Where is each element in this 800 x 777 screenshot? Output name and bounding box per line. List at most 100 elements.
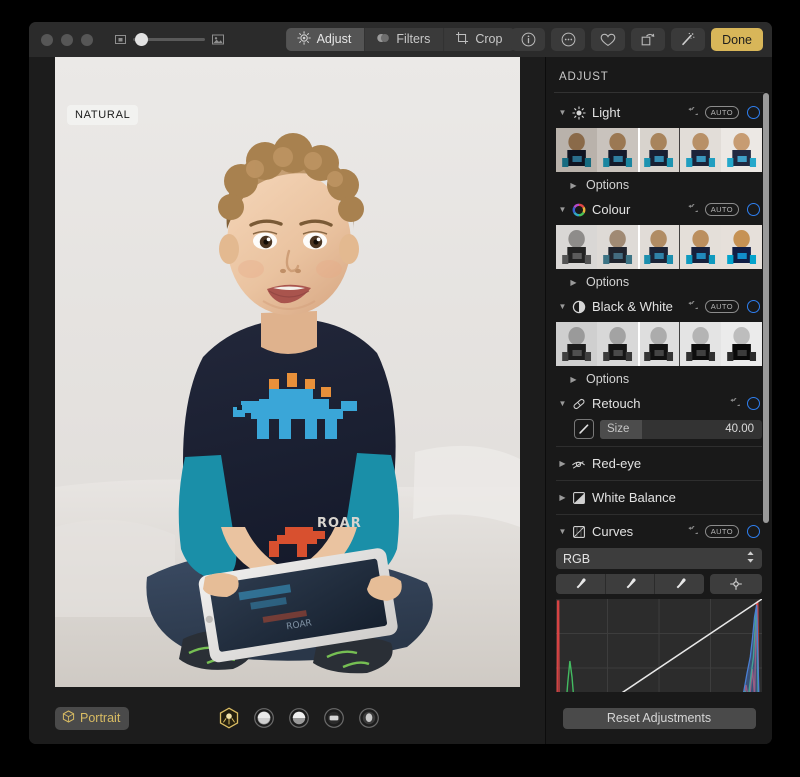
section-header-red-eye[interactable]: ▶ Red-eye <box>554 450 764 477</box>
done-button[interactable]: Done <box>711 28 763 51</box>
colour-strip-position-marker[interactable] <box>638 225 641 269</box>
bandage-icon <box>569 397 588 411</box>
panel-scrollbar[interactable] <box>763 93 769 523</box>
white-point-eyedropper-icon[interactable] <box>655 574 704 594</box>
photo-canvas[interactable]: ROAR ROAR <box>55 57 520 687</box>
colour-variation-5[interactable] <box>720 225 762 269</box>
bw-strip-position-marker[interactable] <box>638 322 641 366</box>
light-mode-natural[interactable] <box>217 706 241 730</box>
toggle-curves[interactable] <box>747 525 760 538</box>
rotate-icon[interactable] <box>631 28 666 51</box>
toggle-colour[interactable] <box>747 203 760 216</box>
section-header-black-and-white[interactable]: ▼ Black & White AUTO <box>554 293 764 320</box>
disclosure-triangle-right-icon[interactable]: ▶ <box>556 459 569 468</box>
bw-variation-5[interactable] <box>720 322 762 366</box>
zoom-button[interactable] <box>81 33 93 46</box>
section-header-white-balance[interactable]: ▶ White Balance <box>554 484 764 511</box>
disclosure-triangle-down-icon[interactable]: ▼ <box>556 108 569 117</box>
curves-histogram-graph[interactable] <box>556 599 762 692</box>
colour-variation-strip[interactable] <box>556 225 762 269</box>
light-variation-3[interactable] <box>638 128 680 172</box>
colour-variation-2[interactable] <box>597 225 639 269</box>
photo-pane: NATURAL ROAR ROAR Portrait <box>29 57 545 744</box>
sun-icon <box>569 105 588 120</box>
heart-icon[interactable] <box>591 28 626 51</box>
light-mode-studio[interactable] <box>252 706 276 730</box>
minimize-button[interactable] <box>61 33 73 46</box>
black-and-white-variation-strip[interactable] <box>556 322 762 366</box>
reset-icon-light[interactable] <box>686 106 698 119</box>
tab-adjust[interactable]: Adjust <box>285 28 366 51</box>
curves-channel-select[interactable]: RGB <box>556 548 762 569</box>
zoom-slider[interactable] <box>115 33 224 46</box>
target-crosshair-icon[interactable] <box>710 574 762 594</box>
bw-variation-3[interactable] <box>638 322 680 366</box>
auto-button-light[interactable]: AUTO <box>704 105 739 120</box>
light-options-row[interactable]: ▶ Options <box>554 174 764 196</box>
reset-icon-colour[interactable] <box>686 203 698 216</box>
bw-variation-4[interactable] <box>679 322 721 366</box>
bw-variation-2[interactable] <box>597 322 639 366</box>
auto-button-black-and-white[interactable]: AUTO <box>704 299 739 314</box>
brush-icon[interactable] <box>574 419 594 439</box>
reset-icon-black-and-white[interactable] <box>686 300 698 313</box>
contrast-circle-icon <box>569 300 588 314</box>
light-variation-strip[interactable] <box>556 128 762 172</box>
tab-filters[interactable]: Filters <box>365 28 445 51</box>
colour-variation-3[interactable] <box>638 225 680 269</box>
close-button[interactable] <box>41 33 53 46</box>
light-mode-stage[interactable] <box>322 706 346 730</box>
magic-wand-icon[interactable] <box>671 28 706 51</box>
toggle-black-and-white[interactable] <box>747 300 760 313</box>
bw-variation-1[interactable] <box>556 322 598 366</box>
light-variation-5[interactable] <box>720 128 762 172</box>
reset-icon-retouch[interactable] <box>728 397 740 410</box>
more-options-icon[interactable] <box>551 28 586 51</box>
crop-icon <box>455 31 469 48</box>
divider <box>556 446 762 447</box>
disclosure-triangle-down-icon[interactable]: ▼ <box>556 205 569 214</box>
zoom-slider-thumb[interactable] <box>135 33 148 46</box>
section-label-retouch: Retouch <box>592 396 641 411</box>
toggle-light[interactable] <box>747 106 760 119</box>
info-icon[interactable] <box>511 28 546 51</box>
disclosure-triangle-right-icon[interactable]: ▶ <box>567 278 580 287</box>
colour-variation-1[interactable] <box>556 225 598 269</box>
reset-icon-curves[interactable] <box>686 525 698 538</box>
section-label-curves: Curves <box>592 524 634 539</box>
editor-body: NATURAL ROAR ROAR Portrait ADJUST ▼ Ligh… <box>29 57 772 744</box>
reset-adjustments-button[interactable]: Reset Adjustments <box>562 707 756 729</box>
cube-icon <box>62 709 75 726</box>
grey-point-eyedropper-icon[interactable] <box>606 574 656 594</box>
light-mode-stage-mono[interactable] <box>357 706 381 730</box>
toggle-retouch[interactable] <box>747 397 760 410</box>
light-mode-contour[interactable] <box>287 706 311 730</box>
retouch-size-slider[interactable]: Size 40.00 <box>600 419 762 439</box>
section-header-retouch[interactable]: ▼ Retouch <box>554 390 764 417</box>
disclosure-triangle-right-icon[interactable]: ▶ <box>556 493 569 502</box>
light-strip-position-marker[interactable] <box>638 128 641 172</box>
filters-icon <box>376 31 390 48</box>
auto-button-curves[interactable]: AUTO <box>704 524 739 539</box>
disclosure-triangle-down-icon[interactable]: ▼ <box>556 302 569 311</box>
portrait-mode-badge[interactable]: Portrait <box>55 706 130 730</box>
section-header-curves[interactable]: ▼ Curves AUTO <box>554 518 764 545</box>
disclosure-triangle-right-icon[interactable]: ▶ <box>567 375 580 384</box>
section-header-light[interactable]: ▼ Light AUTO <box>554 99 764 126</box>
section-header-colour[interactable]: ▼ Colour AUTO <box>554 196 764 223</box>
colour-options-row[interactable]: ▶ Options <box>554 271 764 293</box>
disclosure-triangle-right-icon[interactable]: ▶ <box>567 181 580 190</box>
disclosure-triangle-down-icon[interactable]: ▼ <box>556 527 569 536</box>
light-variation-4[interactable] <box>679 128 721 172</box>
tab-crop[interactable]: Crop <box>444 28 515 51</box>
black-point-eyedropper-icon[interactable] <box>556 574 606 594</box>
light-variation-2[interactable] <box>597 128 639 172</box>
black-and-white-options-row[interactable]: ▶ Options <box>554 368 764 390</box>
portrait-toolbar: Portrait <box>29 692 545 744</box>
small-thumbnail-icon <box>115 34 126 45</box>
light-variation-1[interactable] <box>556 128 598 172</box>
auto-button-colour[interactable]: AUTO <box>704 202 739 217</box>
disclosure-triangle-down-icon[interactable]: ▼ <box>556 399 569 408</box>
zoom-slider-track[interactable] <box>133 33 205 46</box>
colour-variation-4[interactable] <box>679 225 721 269</box>
